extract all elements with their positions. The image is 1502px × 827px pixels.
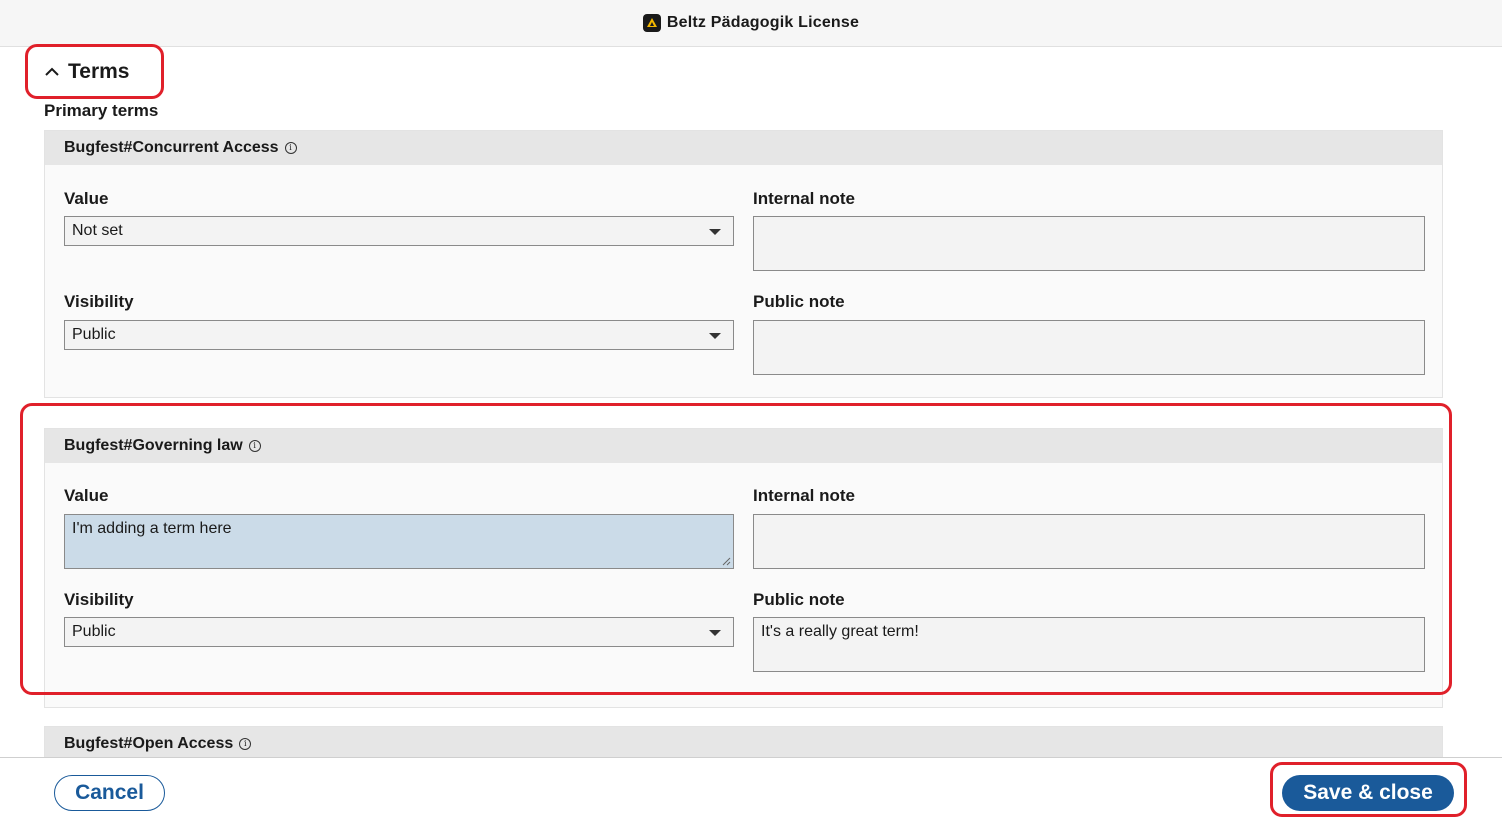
term-header: Bugfest#Open Access i — [45, 727, 1442, 761]
value-label: Value — [64, 189, 109, 208]
visibility-select-text: Public — [72, 623, 116, 640]
chevron-down-icon — [709, 630, 721, 636]
public-note-field[interactable]: It's a really great term! — [753, 617, 1425, 672]
visibility-label: Visibility — [64, 590, 134, 609]
public-note-field[interactable] — [753, 320, 1425, 375]
resize-handle-icon[interactable] — [722, 557, 731, 566]
info-icon[interactable]: i — [239, 738, 252, 750]
term-header: Bugfest#Governing law i — [45, 429, 1442, 463]
footer-bar — [0, 757, 1502, 827]
visibility-select-text: Public — [72, 326, 116, 343]
save-and-close-button[interactable]: Save & close — [1282, 775, 1454, 811]
value-select[interactable]: Not set — [64, 216, 734, 246]
term-header: Bugfest#Concurrent Access i — [45, 131, 1442, 165]
public-note-label: Public note — [753, 292, 845, 311]
visibility-select[interactable]: Public — [64, 320, 734, 350]
term-card-concurrent-access: Bugfest#Concurrent Access i Value Not se… — [44, 130, 1443, 398]
info-icon[interactable]: i — [248, 440, 261, 452]
section-title: Terms — [68, 60, 130, 83]
chevron-up-icon — [45, 67, 59, 76]
terms-section-toggle[interactable]: Terms — [44, 60, 129, 84]
internal-note-field[interactable] — [753, 514, 1425, 569]
term-title: Bugfest#Concurrent Access — [64, 139, 279, 156]
term-title: Bugfest#Open Access — [64, 735, 234, 752]
internal-note-label: Internal note — [753, 486, 856, 505]
internal-note-label: Internal note — [753, 189, 856, 208]
cancel-button[interactable]: Cancel — [54, 775, 165, 811]
value-field-text: I'm adding a term here — [72, 520, 232, 537]
value-label: Value — [64, 486, 109, 505]
info-icon[interactable]: i — [284, 142, 297, 154]
public-note-label: Public note — [753, 590, 845, 609]
chevron-down-icon — [709, 333, 721, 339]
internal-note-field[interactable] — [753, 216, 1425, 271]
primary-terms-label: Primary terms — [44, 101, 159, 120]
term-card-governing-law: Bugfest#Governing law i Value I'm adding… — [44, 428, 1443, 708]
chevron-down-icon — [709, 229, 721, 235]
app-title-text: Beltz Pädagogik License — [666, 14, 860, 31]
visibility-select[interactable]: Public — [64, 617, 734, 647]
app-logo-icon — [642, 14, 661, 32]
app-title: Beltz Pädagogik License — [642, 14, 860, 32]
visibility-label: Visibility — [64, 292, 134, 311]
top-bar: Beltz Pädagogik License — [0, 0, 1502, 47]
term-title: Bugfest#Governing law — [64, 437, 243, 454]
value-field[interactable]: I'm adding a term here — [64, 514, 734, 569]
value-select-text: Not set — [72, 222, 123, 239]
